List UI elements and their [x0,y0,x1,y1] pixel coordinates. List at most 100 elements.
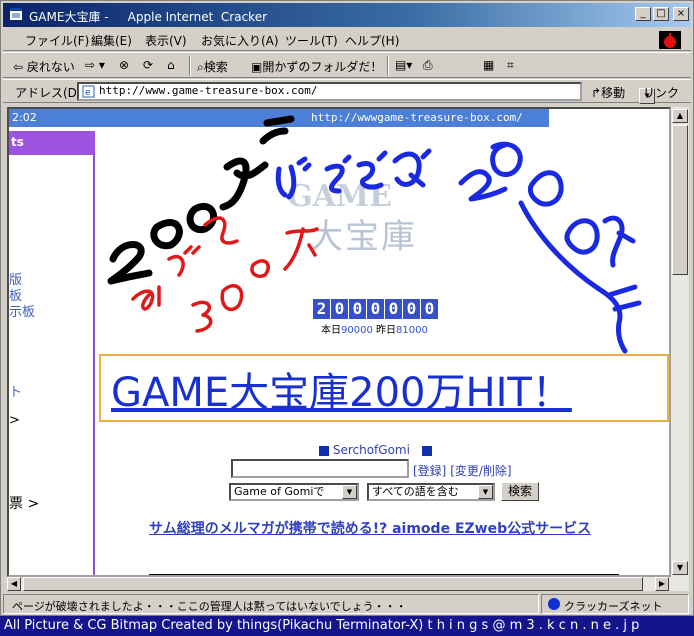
edit-icon[interactable]: ▦ [483,58,494,72]
counter-digit: 2 [313,299,330,319]
menu-tools[interactable]: ツール(T) [285,32,338,49]
scribble-stroke [203,216,239,245]
address-label: アドレス(D) [15,86,82,100]
scribble-stroke [392,148,432,188]
scroll-down-icon[interactable]: ▼ [672,561,688,575]
refresh-icon[interactable]: ⟳ [143,58,153,72]
square-bullet-icon [421,445,432,456]
forward-button[interactable]: ⇨ ▾ [85,58,105,72]
banner-url: http://wwwgame-treasure-box.com/ [311,111,523,124]
gomi-search-input[interactable] [231,459,409,478]
hit-announcement-box: GAME大宝庫200万HIT！ [99,354,669,422]
clock-text: 2:02 [12,111,37,124]
scribble-stroke [186,203,218,234]
sam-newsletter-link[interactable]: サム総理のメルマガが携帯で読める!? aimode EZweb公式サービス [149,519,619,539]
scroll-left-icon[interactable]: ◀ [7,577,21,591]
globe-icon [548,598,560,610]
horizontal-scroll-thumb[interactable] [23,577,643,591]
counter-digit: 0 [331,299,348,319]
menu-help[interactable]: ヘルプ(H) [345,32,399,49]
sidebar-link[interactable]: ト [9,381,22,400]
menu-file[interactable]: ファイル(F) [25,32,89,49]
search-button[interactable]: ⌕検索 [197,58,228,75]
print-icon[interactable]: ⎙ [423,58,433,73]
register-link[interactable]: [登録] [413,464,446,478]
title-bar[interactable]: GAME大宝庫 - Apple Internet Cracker _ □ × [3,3,691,27]
address-input[interactable]: e http://www.game-treasure-box.com/ ▼ [77,82,655,104]
back-button[interactable]: ⇦ 戻れない [13,58,75,75]
scribble-stroke [191,300,213,333]
yesterday-label: 昨日 [376,325,396,336]
page-icon: e [82,85,95,98]
scribble-stroke [150,219,183,250]
folder-button[interactable]: ▣開かずのフォルダだ！ [251,58,382,75]
security-zone: クラッカーズネット [541,594,689,614]
toolbar-separator [189,56,191,76]
address-url: http://www.game-treasure-box.com/ [99,84,318,97]
menu-bar: ファイル(F) 編集(E) 表示(V) お気に入り(A) ツール(T) ヘルプ(… [3,29,691,51]
menu-favorites[interactable]: お気に入り(A) [201,32,279,49]
scribble-black-200man [107,115,295,285]
scribble-stroke [527,170,564,207]
scope-select[interactable]: Game of Gomiで ▼ [229,483,359,501]
scribble-stroke [490,141,523,177]
logo-kanji-text: 大宝庫 [309,217,417,257]
close-button[interactable]: × [673,7,689,21]
go-label: 移動 [601,86,626,100]
browser-icon [10,8,22,20]
counter-subtext: 本日90000 昨日81000 [321,321,428,336]
vertical-scrollbar[interactable]: ▲ ▼ [671,107,689,591]
sidebar-link[interactable]: 示板 [9,301,35,320]
menu-view[interactable]: 表示(V) [145,32,187,49]
register-links: [登録] [変更/削除] [413,462,512,479]
go-button[interactable]: ↱移動 [591,84,625,101]
window-title: GAME大宝庫 - Apple Internet Cracker [29,10,268,24]
stop-icon[interactable]: ⊗ [119,58,129,72]
address-bar: アドレス(D) e http://www.game-treasure-box.c… [3,79,691,104]
svg-text:e: e [85,88,91,98]
search-heading-label: SerchofGomi [332,443,410,457]
scribble-stroke [518,200,628,354]
scribble-red-mezase [131,216,319,333]
search-label: 検索 [203,60,228,74]
hit-announcement-link[interactable]: GAME大宝庫200万HIT！ [111,360,572,418]
menu-edit[interactable]: 編集(E) [91,32,132,49]
horizontal-scrollbar[interactable]: ◀ ▶ [7,577,671,591]
scribble-stroke [458,169,508,202]
sidebar-header: ts [9,131,95,155]
home-icon[interactable]: ⌂ [167,58,175,72]
zone-label: クラッカーズネット [564,600,663,613]
scribble-stroke [602,215,636,268]
scroll-up-icon[interactable]: ▲ [672,109,688,123]
minimize-button[interactable]: _ [635,7,651,21]
vertical-scroll-thumb[interactable] [672,125,688,275]
vote-link[interactable]: 票 > [9,493,39,513]
page-content: 2:02 http://wwwgame-treasure-box.com/ ts… [7,107,671,577]
scribble-stroke [220,284,244,312]
scribble-stroke [107,241,153,285]
scroll-right-icon[interactable]: ▶ [655,577,669,591]
search-heading: SerchofGomi [319,443,432,457]
toolbar: ⇦ 戻れない ⇨ ▾ ⊗ ⟳ ⌂ ⌕検索 ▣開かずのフォルダだ！ ▤▾ ⎙ ▦ … [3,52,691,78]
scribble-stroke [131,285,161,311]
square-bullet-icon [319,445,329,456]
status-message: ページが破壊されましたよ・・・ここの管理人は黙ってはいないでしょう・・・ [12,600,407,613]
scribble-stroke [564,218,600,255]
today-label: 本日 [321,325,341,336]
status-bar: ページが破壊されましたよ・・・ここの管理人は黙ってはいないでしょう・・・ クラッ… [3,594,691,614]
today-count: 90000 [341,325,373,336]
scribble-stroke [250,259,270,278]
history-icon[interactable]: ▤▾ [395,58,412,72]
counter-digit: 0 [349,299,366,319]
gomi-search-button[interactable]: 検索 [501,482,540,501]
divider [149,574,619,575]
links-button[interactable]: リンク [643,84,679,101]
edit-delete-link[interactable]: [変更/削除] [450,464,511,478]
hit-counter: 2 0 0 0 0 0 0 [313,299,439,319]
mode-select[interactable]: すべての語を含む ▼ [367,483,495,501]
sidebar-link[interactable]: > [9,413,20,428]
browser-window: GAME大宝庫 - Apple Internet Cracker _ □ × フ… [0,0,694,616]
maximize-button[interactable]: □ [653,7,669,21]
counter-digit: 0 [403,299,420,319]
discuss-icon[interactable]: ⌗ [507,58,514,73]
